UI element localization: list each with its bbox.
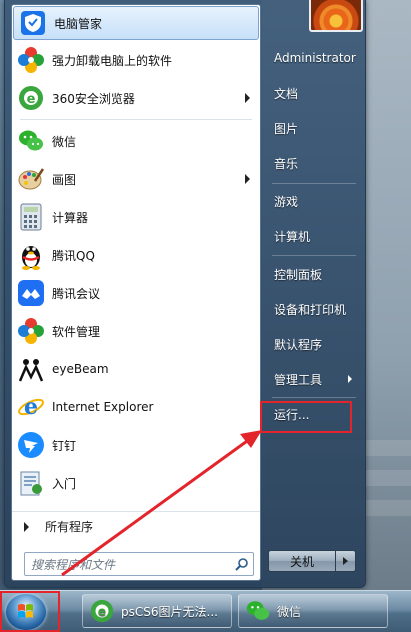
right-item-label: 管理工具 bbox=[274, 372, 323, 387]
taskbar-item-label: psCS6图片无法... bbox=[121, 604, 218, 619]
program-item-pc-manager[interactable]: 电脑管家 bbox=[13, 6, 259, 40]
program-label: 360安全浏览器 bbox=[52, 91, 135, 106]
search-icon[interactable] bbox=[235, 557, 249, 571]
ie-icon: e bbox=[16, 392, 46, 422]
taskbar-item-label: 微信 bbox=[277, 604, 302, 619]
right-item-admin-tools[interactable]: 管理工具 bbox=[266, 363, 358, 395]
right-item-documents[interactable]: 文档 bbox=[266, 77, 358, 109]
right-item-pictures[interactable]: 图片 bbox=[266, 112, 358, 144]
right-item-label: 控制面板 bbox=[274, 267, 323, 282]
program-label: eyeBeam bbox=[52, 362, 109, 376]
program-item-software-manager[interactable]: 软件管理 bbox=[12, 312, 260, 350]
program-label: 画图 bbox=[52, 172, 77, 187]
submenu-arrow-icon[interactable] bbox=[245, 174, 250, 184]
divider bbox=[272, 255, 356, 256]
all-programs-button[interactable]: 所有程序 bbox=[12, 511, 260, 541]
program-item-360-browser[interactable]: e 360安全浏览器 bbox=[12, 79, 260, 117]
program-item-dingtalk[interactable]: 钉钉 bbox=[12, 426, 260, 464]
pinned-programs-list: 电脑管家 强力卸载电脑上的软件 e 360安全浏览器 微信 画图 计算器 腾讯Q… bbox=[12, 6, 260, 502]
program-label: 腾讯会议 bbox=[52, 286, 101, 301]
submenu-arrow-icon[interactable] bbox=[245, 93, 250, 103]
program-label: 强力卸载电脑上的软件 bbox=[52, 53, 173, 68]
paint-icon bbox=[16, 164, 46, 194]
program-label: 软件管理 bbox=[52, 324, 101, 339]
program-item-tencent-meeting[interactable]: 腾讯会议 bbox=[12, 274, 260, 312]
right-item-label: 文档 bbox=[274, 86, 299, 101]
search-placeholder: 搜索程序和文件 bbox=[31, 557, 116, 572]
program-item-wechat[interactable]: 微信 bbox=[12, 122, 260, 160]
right-item-label: 默认程序 bbox=[274, 337, 323, 352]
program-item-uninstaller[interactable]: 强力卸载电脑上的软件 bbox=[12, 41, 260, 79]
submenu-arrow-icon bbox=[348, 375, 352, 383]
user-avatar[interactable] bbox=[309, 0, 363, 32]
program-label: 微信 bbox=[52, 134, 77, 149]
right-item-label: 音乐 bbox=[274, 156, 299, 171]
svg-text:e: e bbox=[98, 605, 106, 619]
right-item-label: 游戏 bbox=[274, 194, 299, 209]
program-label: 入门 bbox=[52, 476, 77, 491]
right-item-computer[interactable]: 计算机 bbox=[266, 220, 358, 252]
right-item-administrator[interactable]: Administrator bbox=[266, 42, 358, 74]
annotation-highlight-start bbox=[0, 591, 60, 632]
right-item-devices-printers[interactable]: 设备和打印机 bbox=[266, 293, 358, 325]
search-input[interactable]: 搜索程序和文件 bbox=[24, 552, 254, 576]
taskbar-item-wechat[interactable]: 微信 bbox=[238, 594, 388, 628]
program-item-eyebeam[interactable]: eyeBeam bbox=[12, 350, 260, 388]
right-item-control-panel[interactable]: 控制面板 bbox=[266, 258, 358, 290]
shutdown-label: 关机 bbox=[289, 554, 314, 569]
divider bbox=[272, 183, 356, 184]
shield-icon bbox=[18, 8, 48, 38]
clover-icon bbox=[16, 316, 46, 346]
program-item-calculator[interactable]: 计算器 bbox=[12, 198, 260, 236]
getting-started-icon bbox=[16, 468, 46, 498]
qq-penguin-icon bbox=[16, 240, 46, 270]
programs-pane: 电脑管家 强力卸载电脑上的软件 e 360安全浏览器 微信 画图 计算器 腾讯Q… bbox=[11, 4, 261, 581]
program-label: 钉钉 bbox=[52, 438, 77, 453]
program-label: 电脑管家 bbox=[54, 16, 103, 31]
svg-text:e: e bbox=[24, 394, 38, 420]
wechat-icon bbox=[16, 126, 46, 156]
divider bbox=[20, 119, 252, 120]
browser-icon: e bbox=[16, 83, 46, 113]
wechat-icon bbox=[246, 601, 270, 620]
shutdown-options-button[interactable] bbox=[336, 550, 356, 572]
browser-icon: e bbox=[90, 599, 114, 623]
all-programs-label: 所有程序 bbox=[45, 520, 94, 534]
eyebeam-icon bbox=[16, 354, 46, 384]
right-item-label: Administrator bbox=[274, 51, 356, 65]
clover-icon bbox=[16, 45, 46, 75]
right-item-label: 计算机 bbox=[274, 229, 311, 244]
program-item-internet-explorer[interactable]: e Internet Explorer bbox=[12, 388, 260, 426]
program-item-qq[interactable]: 腾讯QQ bbox=[12, 236, 260, 274]
program-label: Internet Explorer bbox=[52, 400, 154, 414]
right-item-music[interactable]: 音乐 bbox=[266, 147, 358, 179]
shutdown-button[interactable]: 关机 bbox=[268, 550, 336, 572]
right-item-games[interactable]: 游戏 bbox=[266, 185, 358, 217]
calculator-icon bbox=[16, 202, 46, 232]
right-item-label: 图片 bbox=[274, 121, 299, 136]
expand-arrow-icon bbox=[24, 521, 29, 532]
right-item-label: 设备和打印机 bbox=[274, 302, 347, 317]
program-item-getting-started[interactable]: 入门 bbox=[12, 464, 260, 502]
program-label: 计算器 bbox=[52, 210, 89, 225]
program-label: 腾讯QQ bbox=[52, 248, 95, 263]
meeting-icon bbox=[16, 278, 46, 308]
taskbar-item-browser[interactable]: e psCS6图片无法... bbox=[82, 594, 232, 628]
program-item-paint[interactable]: 画图 bbox=[12, 160, 260, 198]
svg-text:e: e bbox=[27, 92, 36, 107]
annotation-highlight-run bbox=[260, 401, 352, 433]
dingtalk-icon bbox=[16, 430, 46, 460]
right-item-default-programs[interactable]: 默认程序 bbox=[266, 328, 358, 360]
